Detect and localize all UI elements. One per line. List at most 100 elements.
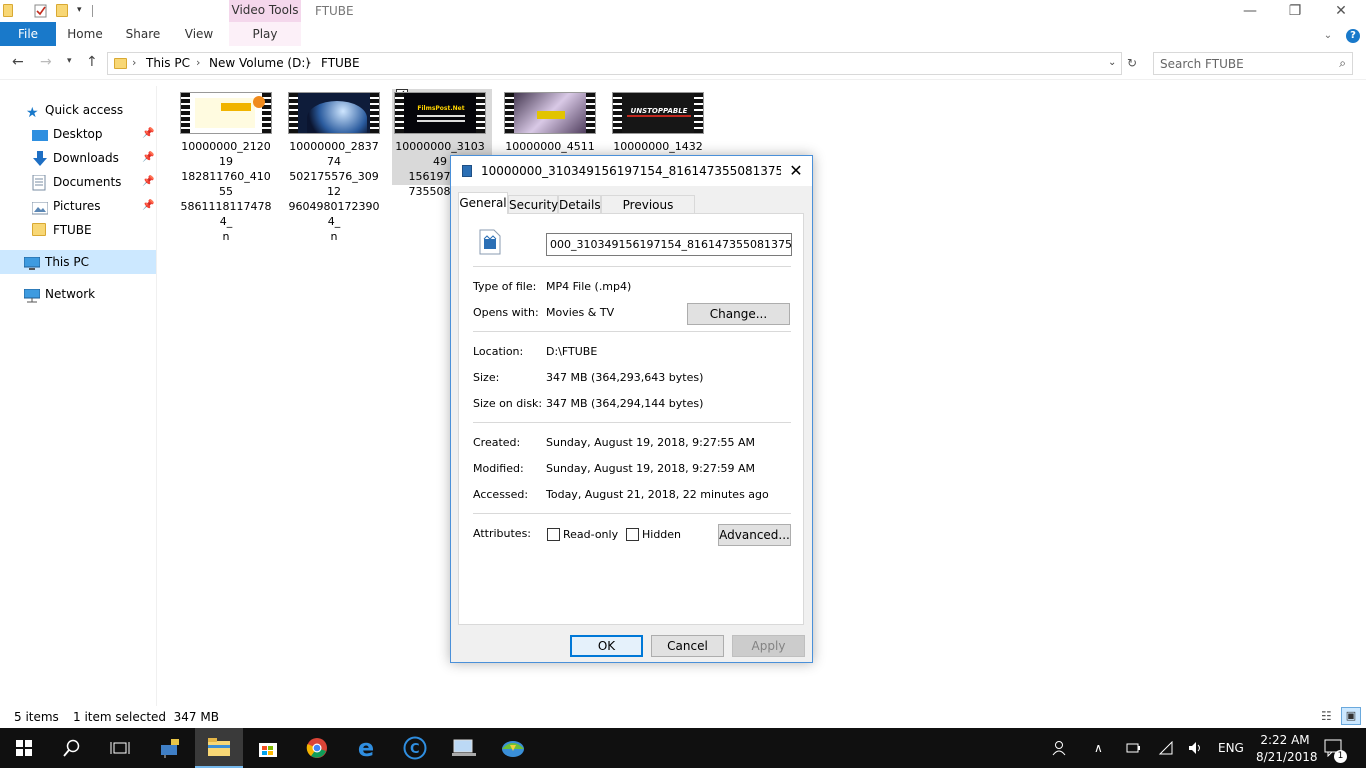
battery-icon[interactable] (1126, 728, 1142, 768)
expand-ribbon-icon[interactable]: ⌄ (1324, 30, 1332, 41)
details-view-icon[interactable]: ☷ (1321, 709, 1332, 723)
video-tools-contextual-tab: Video Tools (229, 0, 301, 22)
chevron-right-icon[interactable]: › (132, 56, 136, 69)
breadcrumb-this-pc[interactable]: This PC (146, 56, 190, 70)
customize-quick-access-icon[interactable]: ▾ (77, 5, 89, 19)
nav-item-this-pc[interactable]: This PC (0, 250, 156, 274)
search-icon[interactable] (48, 728, 96, 768)
clock[interactable]: 2:22 AM 8/21/2018 (1256, 728, 1318, 768)
search-icon[interactable]: ⌕ (1339, 56, 1346, 71)
change-button[interactable]: Change... (687, 303, 790, 325)
forward-arrow-icon[interactable]: → (40, 54, 52, 70)
volume-icon[interactable] (1188, 728, 1204, 768)
large-icons-view-icon[interactable]: ▣ (1341, 707, 1361, 725)
read-only-checkbox[interactable] (547, 528, 560, 541)
cancel-button[interactable]: Cancel (651, 635, 724, 657)
help-icon[interactable]: ? (1346, 29, 1360, 43)
nav-item-pictures[interactable]: Pictures 📌 (0, 194, 156, 218)
breadcrumb-new-volume[interactable]: New Volume (D:) (209, 56, 310, 70)
chevron-up-icon[interactable]: ∧ (1094, 728, 1103, 768)
chrome-icon[interactable] (293, 728, 341, 768)
nav-item-desktop[interactable]: Desktop 📌 (0, 122, 156, 146)
divider (92, 5, 93, 17)
file-explorer-icon[interactable] (195, 728, 243, 768)
people-icon[interactable] (1052, 728, 1070, 768)
dialog-close-button[interactable]: ✕ (781, 158, 811, 184)
tab-security[interactable]: Security (508, 195, 558, 214)
nav-item-quick-access[interactable]: ★ Quick access (0, 98, 156, 122)
accessed-value: Today, August 21, 2018, 22 minutes ago (546, 488, 769, 501)
hidden-checkbox[interactable] (626, 528, 639, 541)
close-button[interactable]: ✕ (1318, 0, 1364, 22)
nav-item-documents[interactable]: Documents 📌 (0, 170, 156, 194)
ok-button[interactable]: OK (570, 635, 643, 657)
recent-locations-icon[interactable]: ▾ (67, 56, 72, 66)
advanced-button[interactable]: Advanced... (718, 524, 791, 546)
file-item[interactable]: 10000000_283774 502175576_30912 9604980172… (286, 89, 386, 243)
file-name: 10000000_283774 502175576_30912 9604980172… (288, 140, 380, 243)
ccleaner-icon[interactable]: C (391, 728, 439, 768)
new-folder-icon[interactable] (56, 4, 68, 18)
file-name-field[interactable]: 000_310349156197154_816147355081375744_n (546, 233, 792, 256)
nav-item-downloads[interactable]: Downloads 📌 (0, 146, 156, 170)
ribbon-tabs: File Home Share View Play ⌄ ? (0, 22, 1366, 46)
tab-view[interactable]: View (178, 22, 220, 46)
star-icon: ★ (26, 105, 39, 121)
address-bar[interactable]: › This PC › New Volume (D:) › FTUBE ⌄ (107, 52, 1122, 75)
back-arrow-icon[interactable]: ← (12, 54, 24, 70)
download-manager-icon[interactable] (489, 728, 537, 768)
folder-icon (3, 4, 15, 18)
breadcrumb-ftube[interactable]: FTUBE (321, 56, 360, 70)
hidden-label: Hidden (642, 528, 682, 541)
folder-icon (114, 58, 127, 69)
nav-item-network[interactable]: Network (0, 282, 156, 306)
video-file-icon (462, 165, 472, 177)
dialog-title: 10000000_310349156197154_816147355081375… (481, 164, 781, 178)
chevron-right-icon[interactable]: › (307, 56, 311, 69)
divider (473, 513, 791, 514)
clock-time: 2:22 AM (1260, 733, 1310, 747)
restore-button[interactable]: ❐ (1272, 0, 1318, 22)
wifi-icon[interactable] (1158, 728, 1174, 768)
status-bar: 5 items 1 item selected 347 MB ☷ ▣ (0, 706, 1366, 728)
network-icon (23, 287, 41, 303)
address-dropdown-icon[interactable]: ⌄ (1108, 57, 1116, 68)
opens-with-label: Opens with: (473, 306, 539, 319)
refresh-icon[interactable]: ↻ (1122, 52, 1142, 75)
network-tool-icon[interactable] (146, 728, 194, 768)
task-view-icon[interactable] (96, 728, 144, 768)
tab-previous-versions[interactable]: Previous Versions (601, 195, 695, 230)
pin-icon[interactable]: 📌 (142, 146, 154, 170)
search-input[interactable] (1160, 56, 1330, 72)
notification-badge: 1 (1334, 750, 1347, 763)
window-title: FTUBE (315, 4, 354, 18)
chevron-right-icon[interactable]: › (196, 56, 200, 69)
tab-home[interactable]: Home (62, 22, 108, 46)
minimize-button[interactable]: — (1227, 0, 1273, 22)
properties-check-icon[interactable] (34, 4, 47, 18)
opens-with-value: Movies & TV (546, 306, 615, 319)
tab-details[interactable]: Details (558, 195, 601, 214)
apply-button[interactable]: Apply (732, 635, 805, 657)
computer-app-icon[interactable] (440, 728, 488, 768)
tab-share[interactable]: Share (120, 22, 166, 46)
divider (473, 422, 791, 423)
tab-play[interactable]: Play (229, 22, 301, 46)
language-indicator[interactable]: ENG (1218, 728, 1244, 768)
edge-icon[interactable]: e (342, 728, 390, 768)
nav-item-ftube[interactable]: FTUBE (0, 218, 156, 242)
pin-icon[interactable]: 📌 (142, 194, 154, 218)
windows-start-icon[interactable] (0, 728, 48, 768)
pin-icon[interactable]: 📌 (142, 122, 154, 146)
attributes-label: Attributes: (473, 527, 532, 540)
documents-icon (32, 174, 48, 191)
tab-file[interactable]: File (0, 22, 56, 46)
type-value: MP4 File (.mp4) (546, 280, 632, 293)
pin-icon[interactable]: 📌 (142, 170, 154, 194)
store-icon[interactable] (244, 728, 292, 768)
title-bar: ▾ Video Tools FTUBE — ❐ ✕ (0, 0, 1366, 22)
tab-general[interactable]: General (458, 192, 508, 214)
up-arrow-icon[interactable]: ↑ (86, 54, 98, 70)
search-box[interactable]: ⌕ (1153, 52, 1353, 75)
file-item[interactable]: 10000000_212019 182811760_41055 5861118117… (178, 89, 278, 243)
